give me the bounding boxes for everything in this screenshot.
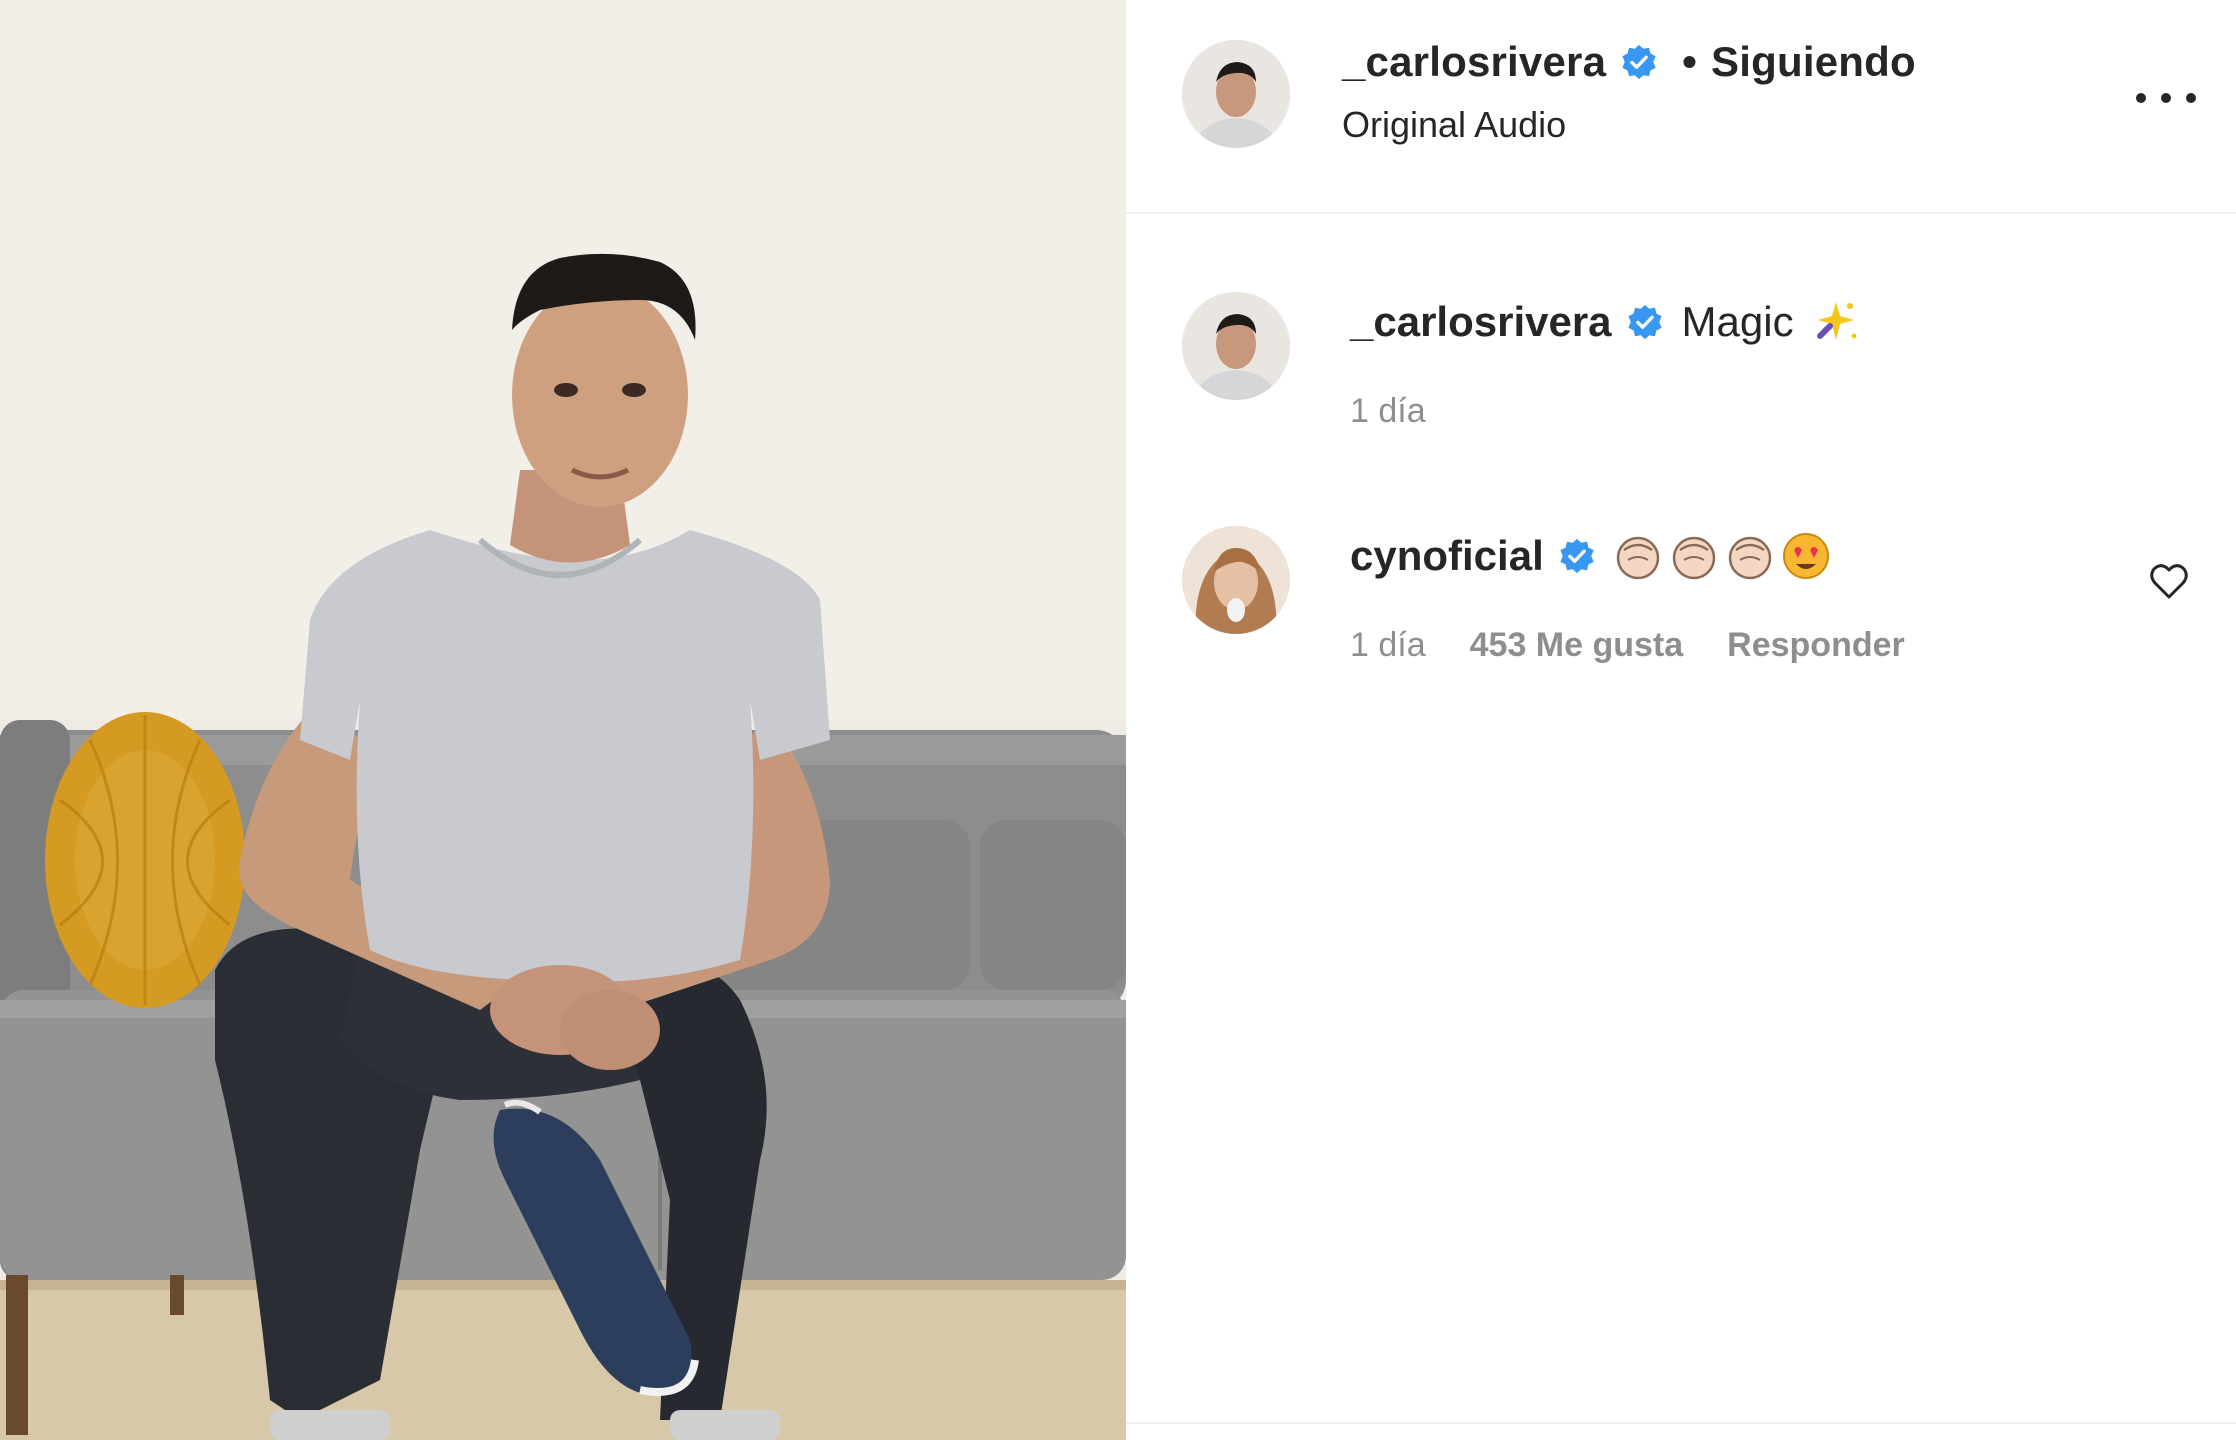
comment-likes[interactable]: 453 Me gusta: [1470, 626, 1684, 665]
post-details-panel: _carlosrivera • Siguiendo Original Audio: [1126, 0, 2236, 1440]
clap-icon: [1728, 536, 1771, 580]
verified-badge-icon: [1558, 537, 1596, 575]
dot: [2161, 93, 2171, 103]
comment-username[interactable]: cynoficial: [1350, 532, 1544, 580]
verified-badge-icon: [1626, 303, 1664, 341]
dot: [2186, 93, 2196, 103]
comment-text: Magic: [1681, 298, 1794, 345]
sparkle-icon: [1816, 302, 1857, 340]
author-avatar[interactable]: [1182, 40, 1290, 148]
original-audio-link[interactable]: Original Audio: [1342, 104, 1566, 146]
comment-line: cynoficial: [1350, 530, 1832, 582]
panel-bottom-divider: [1126, 1422, 2236, 1424]
author-username[interactable]: _carlosrivera: [1342, 38, 1606, 86]
clap-icon: [1616, 536, 1659, 580]
like-comment-heart-icon[interactable]: [2146, 558, 2192, 604]
post-header: _carlosrivera • Siguiendo Original Audio: [1126, 0, 2236, 214]
following-button[interactable]: Siguiendo: [1711, 38, 1916, 86]
verified-badge-icon: [1620, 43, 1658, 81]
dot: [2136, 93, 2146, 103]
post-viewer: _carlosrivera • Siguiendo Original Audio: [0, 0, 2236, 1440]
author-avatar-image: [1182, 40, 1290, 148]
comment-emoji: [1612, 530, 1832, 582]
heart-eyes-icon: [1782, 533, 1829, 579]
more-options-icon[interactable]: [2136, 68, 2196, 128]
comment-line: _carlosrivera Magic: [1350, 296, 1862, 348]
follow-separator: •: [1682, 38, 1698, 85]
commenter-avatar-image: [1182, 526, 1290, 634]
comment-time[interactable]: 1 día: [1350, 392, 1426, 431]
commenter-avatar-image: [1182, 292, 1290, 400]
author-line: _carlosrivera • Siguiendo: [1342, 38, 1916, 86]
clap-icon: [1672, 536, 1715, 580]
comment-emoji: [1810, 296, 1862, 348]
comment-username[interactable]: _carlosrivera: [1350, 298, 1612, 346]
comment-meta: 1 día 453 Me gusta Responder: [1350, 626, 1905, 665]
comment-meta: 1 día: [1350, 392, 1426, 431]
post-media[interactable]: [0, 0, 1126, 1440]
post-photo: [0, 0, 1126, 1440]
commenter-avatar[interactable]: [1182, 292, 1290, 400]
comment-time[interactable]: 1 día: [1350, 626, 1426, 665]
commenter-avatar[interactable]: [1182, 526, 1290, 634]
reply-button[interactable]: Responder: [1727, 626, 1905, 665]
